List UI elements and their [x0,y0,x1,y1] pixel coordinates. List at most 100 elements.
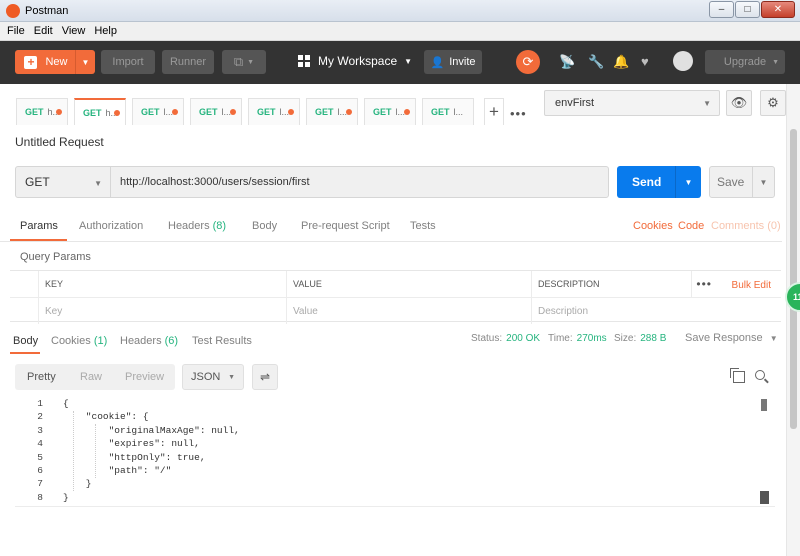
value-input[interactable]: Value [286,298,531,324]
import-button[interactable]: Import [101,50,155,74]
line-number: 6 [37,464,43,476]
request-tab[interactable]: GET l... [422,98,474,125]
unsaved-dot-icon [172,109,178,115]
window-scrollbar[interactable] [786,84,800,556]
code-link[interactable]: Code [678,220,704,232]
code-line: } [63,491,69,503]
method-select[interactable]: GET ▼ [15,166,111,198]
avatar-icon[interactable] [673,51,693,71]
save-chevron-down-icon[interactable]: ▼ [752,167,774,197]
save-label: Save [717,175,745,189]
query-params-title: Query Params [20,251,91,263]
tab-body[interactable]: Body [252,220,277,232]
new-tab-plus-icon[interactable]: + [484,98,504,125]
request-tabs-bar: GET h... GET h... GET l... GET l... GET l... … [0,84,800,130]
response-tab-headers[interactable]: Headers (6) [120,335,178,347]
minimize-button[interactable]: – [709,1,734,18]
raw-button[interactable]: Raw [80,371,102,383]
request-tab[interactable]: GET l... [190,98,242,125]
workspace-grid-icon [298,55,310,67]
eye-icon[interactable]: 👁 [726,90,752,116]
invite-button[interactable]: 👤 Invite [424,50,482,74]
wrench-icon[interactable]: 🔧 [588,54,604,70]
sync-icon[interactable]: ⟳ [516,50,540,74]
tab-method: GET [25,107,44,117]
comments-link[interactable]: Comments (0) [711,220,781,232]
menu-edit[interactable]: Edit [34,25,53,37]
tab-authorization[interactable]: Authorization [79,220,143,232]
tab-tests[interactable]: Tests [410,220,436,232]
response-tab-body[interactable]: Body [13,335,38,347]
tab-params[interactable]: Params [20,220,58,232]
satellite-icon[interactable]: 📡 [559,54,575,70]
code-line: "originalMaxAge": null, [63,424,240,436]
key-input[interactable]: Key [38,298,286,324]
new-button[interactable]: + New ▼ [15,50,95,74]
more-tabs-icon[interactable]: ••• [510,106,527,121]
request-tab[interactable]: GET l... [132,98,184,125]
send-chevron-down-icon[interactable]: ▼ [675,166,701,198]
request-tab[interactable]: GET h... [16,98,68,125]
gear-icon[interactable]: ⚙ [760,90,786,116]
request-tab[interactable]: GET l... [248,98,300,125]
time-value: 270ms [576,333,607,344]
line-number: 4 [37,438,43,450]
line-number-gutter: 1 2 3 4 5 6 7 8 [15,397,57,504]
workspace-selector[interactable]: My Workspace ▼ [298,54,412,68]
wrap-lines-icon[interactable]: ⇌ [252,364,278,390]
save-button[interactable]: Save ▼ [709,166,775,198]
column-header-description: DESCRIPTION [531,271,691,297]
format-select[interactable]: JSON ▼ [182,364,244,390]
environment-select[interactable]: envFirst ▼ [544,90,720,116]
method-chevron-down-icon: ▼ [94,179,102,188]
description-input[interactable]: Description [531,298,781,324]
line-number: 5 [37,451,43,463]
request-title[interactable]: Untitled Request [15,135,104,149]
more-options-icon[interactable]: ••• [696,277,712,291]
menu-help[interactable]: Help [94,25,117,37]
line-number: 3 [37,424,43,436]
response-tab-test-results[interactable]: Test Results [192,335,252,347]
response-tabs: Body Cookies (1) Headers (6) Test Result… [0,325,782,354]
tab-pre-request-script[interactable]: Pre-request Script [301,220,390,232]
bell-icon[interactable]: 🔔 [613,54,629,70]
code-line: "cookie": { [63,411,149,423]
request-tab-active[interactable]: GET h... [74,98,126,125]
close-button[interactable]: ✕ [761,1,795,18]
editor-scroll-marker[interactable] [760,491,769,504]
line-number: 7 [37,478,43,490]
tab-headers[interactable]: Headers (8) [168,220,226,232]
unsaved-dot-icon [346,109,352,115]
response-size: Size: 288 B [614,333,666,344]
new-dropdown-chevron-icon[interactable]: ▼ [75,50,95,74]
heart-icon[interactable]: ♥ [641,54,649,69]
response-status: Status: 200 OK [471,333,540,344]
upgrade-button[interactable]: Upgrade ▼ [705,50,785,74]
code-line: "httpOnly": true, [63,451,206,463]
editor-scroll-marker[interactable] [761,399,767,411]
response-tab-cookies[interactable]: Cookies (1) [51,335,107,347]
runner-button[interactable]: Runner [162,50,214,74]
preview-button[interactable]: Preview [125,371,164,383]
tab-name: l... [453,107,464,117]
view-mode-group: Pretty Raw Preview [15,364,175,390]
new-window-button[interactable]: ⧉ ▼ [222,50,266,74]
code-line: { [63,398,69,409]
response-body-editor[interactable]: 1 2 3 4 5 6 7 8 { "cookie": { "originalM… [15,397,775,507]
maximize-button[interactable]: □ [735,1,760,18]
save-response-button[interactable]: Save Response ▼ [685,332,778,344]
request-tab[interactable]: GET l... [364,98,416,125]
cookies-link[interactable]: Cookies [633,220,673,232]
send-button[interactable]: Send ▼ [617,166,701,198]
search-icon[interactable] [755,370,765,380]
bulk-edit-link[interactable]: Bulk Edit [732,280,771,291]
copy-icon[interactable] [730,368,745,383]
pretty-button[interactable]: Pretty [27,371,56,383]
request-tab[interactable]: GET l... [306,98,358,125]
save-response-label: Save Response [685,332,763,344]
menu-view[interactable]: View [62,25,86,37]
tab-method: GET [373,107,392,117]
scrollbar-thumb[interactable] [790,129,797,429]
menu-file[interactable]: File [7,25,25,37]
url-input[interactable]: http://localhost:3000/users/session/firs… [110,166,609,198]
